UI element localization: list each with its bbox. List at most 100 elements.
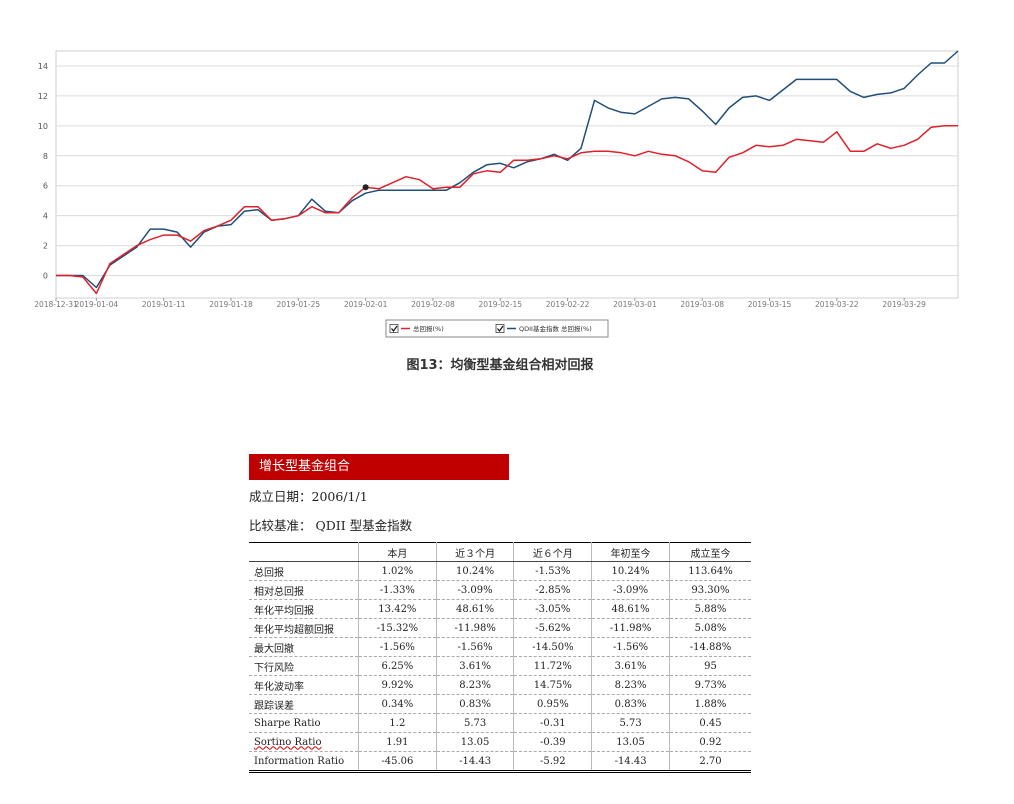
table-cell: -1.33% xyxy=(358,580,437,600)
row-label-text: Sortino Ratio xyxy=(254,736,322,748)
table-cell: 5.08% xyxy=(668,618,751,638)
x-tick-label: 2019-03-08 xyxy=(680,300,724,309)
table-cell: 9.92% xyxy=(358,675,437,695)
x-tick-label: 2019-01-04 xyxy=(75,300,119,309)
table-header-row: 本月 近３个月 近６个月 年初至今 成立至今 xyxy=(249,542,751,562)
plot-area xyxy=(55,50,959,299)
table-row: 总回报 1.02% 10.24% -1.53% 10.24% 113.64% xyxy=(249,561,751,581)
table-cell: 14.75% xyxy=(513,675,592,695)
x-tick-label: 2019-02-08 xyxy=(411,300,455,309)
y-tick-label: 6 xyxy=(43,182,48,191)
y-tick-label: 0 xyxy=(43,272,48,281)
table-cell: 0.34% xyxy=(358,694,437,714)
table-row: 跟踪误差 0.34% 0.83% 0.95% 0.83% 1.88% xyxy=(249,694,751,714)
table-row: Information Ratio -45.06 -14.43 -5.92 -14.43… xyxy=(249,751,751,772)
table-cell: 0.92 xyxy=(668,732,751,752)
table-cell: 8.23% xyxy=(435,675,514,695)
row-label: 总回报 xyxy=(249,561,359,581)
performance-table: 本月 近３个月 近６个月 年初至今 成立至今 总回报 1.02% 10.24% -1.53% 1… xyxy=(249,542,751,773)
row-label: 年化平均超额回报 xyxy=(249,618,359,638)
table-cell: 93.30% xyxy=(668,580,751,600)
row-label: 最大回撤 xyxy=(249,637,359,657)
table-cell: 9.73% xyxy=(668,675,751,695)
table-cell: 95 xyxy=(668,656,751,676)
table-cell: 1.02% xyxy=(358,561,437,581)
row-label: 年化波动率 xyxy=(249,675,359,695)
legend-label: 总回报(%) xyxy=(413,324,444,333)
x-tick-label: 2019-02-01 xyxy=(344,300,388,309)
table-cell: 1.91 xyxy=(358,732,437,752)
fund-section: 增长型基金组合 成立日期：2006/1/1 比较基准： QDII 型基金指数 本… xyxy=(249,454,751,773)
table-cell: 5.73 xyxy=(591,713,670,733)
y-tick-label: 12 xyxy=(38,92,48,101)
table-cell: -5.62% xyxy=(513,618,592,638)
x-tick-label: 2019-01-25 xyxy=(277,300,321,309)
inception-line: 成立日期：2006/1/1 xyxy=(249,486,751,505)
table-cell: -11.98% xyxy=(435,618,514,638)
x-tick-label: 2019-02-22 xyxy=(546,300,590,309)
table-row: 年化平均超额回报 -15.32% -11.98% -5.62% -11.98% 5.08% xyxy=(249,618,751,638)
table-cell: -14.88% xyxy=(668,637,751,657)
x-tick-label: 2019-02-15 xyxy=(478,300,522,309)
inception-label: 成立日期： xyxy=(249,489,312,504)
table-cell: -11.98% xyxy=(591,618,670,638)
table-cell: 13.42% xyxy=(358,599,437,619)
table-row: 最大回撤 -1.56% -1.56% -14.50% -1.56% -14.88% xyxy=(249,637,751,657)
table-cell: -1.56% xyxy=(591,637,670,657)
table-cell: 0.95% xyxy=(513,694,592,714)
table-row: 下行风险 6.25% 3.61% 11.72% 3.61% 95 xyxy=(249,656,751,676)
x-tick-label: 2019-03-15 xyxy=(748,300,792,309)
table-cell: -0.31 xyxy=(513,713,592,733)
table-cell: 10.24% xyxy=(591,561,670,581)
row-label: 相对总回报 xyxy=(249,580,359,600)
table-cell: 0.83% xyxy=(591,694,670,714)
row-label: 跟踪误差 xyxy=(249,694,359,714)
table-cell: -1.56% xyxy=(435,637,514,657)
table-row: 年化波动率 9.92% 8.23% 14.75% 8.23% 9.73% xyxy=(249,675,751,695)
table-cell: 1.2 xyxy=(358,713,437,733)
hover-marker xyxy=(362,184,369,191)
table-cell: 0.83% xyxy=(435,694,514,714)
column-header: 本月 xyxy=(358,542,437,562)
benchmark-line: 比较基准： QDII 型基金指数 xyxy=(249,515,751,534)
table-row: Sharpe Ratio 1.2 5.73 -0.31 5.73 0.45 xyxy=(249,713,751,733)
row-label: Sharpe Ratio xyxy=(249,713,359,733)
table-cell: 48.61% xyxy=(435,599,514,619)
table-cell: -14.43 xyxy=(435,751,514,772)
figure-caption: 图13：均衡型基金组合相对回报 xyxy=(406,358,594,373)
table-cell: -1.56% xyxy=(358,637,437,657)
table-cell: 48.61% xyxy=(591,599,670,619)
column-header xyxy=(249,542,359,562)
table-cell: -5.92 xyxy=(513,751,592,772)
table-cell: -3.05% xyxy=(513,599,592,619)
table-row: Sortino Ratio 1.91 13.05 -0.39 13.05 0.92 xyxy=(249,732,751,752)
table-row: 年化平均回报 13.42% 48.61% -3.05% 48.61% 5.88% xyxy=(249,599,751,619)
x-tick-label: 2019-01-18 xyxy=(209,300,253,309)
table-cell: -0.39 xyxy=(513,732,592,752)
table-cell: 113.64% xyxy=(668,561,751,581)
x-tick-label: 2019-03-29 xyxy=(882,300,926,309)
x-tick-label: 2019-01-11 xyxy=(142,300,186,309)
table-cell: -2.85% xyxy=(513,580,592,600)
table-cell: 2.70 xyxy=(668,751,751,772)
table-cell: -45.06 xyxy=(358,751,437,772)
table-cell: 0.45 xyxy=(668,713,751,733)
legend-label: QDII基金指数 总回报(%) xyxy=(519,324,592,333)
table-cell: 5.73 xyxy=(435,713,514,733)
table-cell: -14.43 xyxy=(591,751,670,772)
table-cell: 13.05 xyxy=(435,732,514,752)
table-cell: 13.05 xyxy=(591,732,670,752)
table-cell: -15.32% xyxy=(358,618,437,638)
row-label: Information Ratio xyxy=(249,751,359,772)
y-tick-label: 10 xyxy=(38,122,48,131)
column-header: 近３个月 xyxy=(435,542,514,562)
y-tick-label: 4 xyxy=(43,212,48,221)
row-label: Sortino Ratio xyxy=(249,732,359,752)
table-cell: 6.25% xyxy=(358,656,437,676)
table-cell: 5.88% xyxy=(668,599,751,619)
x-tick-label: 2018-12-31 xyxy=(34,300,78,309)
table-cell: -14.50% xyxy=(513,637,592,657)
x-tick-label: 2019-03-22 xyxy=(815,300,859,309)
table-row: 相对总回报 -1.33% -3.09% -2.85% -3.09% 93.30% xyxy=(249,580,751,600)
line-chart: 0 2 4 6 8 10 12 14 2018-12-312019-01-04 2019-01-1… xyxy=(34,50,959,338)
